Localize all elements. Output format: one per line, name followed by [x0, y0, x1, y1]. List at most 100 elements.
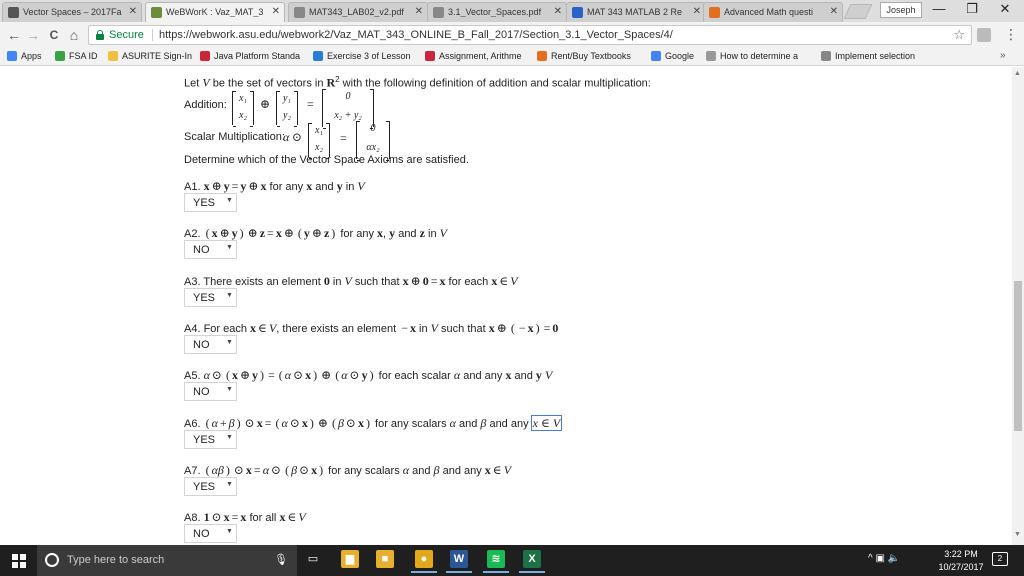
taskbar-search-box[interactable]: Type here to search 🎙 [37, 545, 297, 576]
axiom-text-part: ⊕ [283, 226, 294, 240]
home-icon[interactable]: ⌂ [65, 26, 83, 44]
close-tab-icon[interactable]: ✕ [129, 6, 137, 17]
profile-button[interactable]: Joseph [880, 2, 922, 18]
bookmark-item[interactable]: Exercise 3 of Lesson [313, 51, 411, 61]
extension-icon[interactable] [977, 28, 991, 42]
axiom-text-part: for any [266, 181, 307, 193]
word-icon[interactable]: W [446, 550, 472, 573]
excel-icon[interactable]: X [519, 550, 545, 573]
close-tab-icon[interactable]: ✕ [415, 6, 423, 17]
scrollbar-thumb[interactable] [1014, 281, 1022, 431]
axiom-text-part: ( [297, 226, 302, 240]
address-bar[interactable]: Secure https://webwork.asu.edu/webwork2/… [88, 25, 972, 45]
axiom-text-part: and any [460, 370, 506, 382]
file-explorer-icon[interactable]: ▆ [341, 550, 359, 568]
chrome-icon[interactable]: ● [411, 550, 437, 573]
axiom-text-part: and [409, 465, 434, 477]
spotify-icon[interactable]: ≋ [483, 550, 509, 573]
taskbar-clock[interactable]: 3:22 PM 10/27/2017 [938, 548, 984, 574]
bookmark-item[interactable]: Implement selection [821, 51, 915, 61]
bookmark-label: FSA ID [69, 51, 98, 61]
axiom-statement: A7. (αβ) ⊙ x = α ⊙(β ⊙ x) for any scalars α and… [184, 463, 511, 478]
axiom-text-part: ⊕ [247, 226, 258, 240]
axiom-text-part: ) [319, 463, 324, 477]
page-scrollbar[interactable]: ▲ ▼ [1012, 67, 1024, 545]
microphone-icon[interactable]: 🎙 [274, 553, 288, 566]
task-view-icon[interactable]: ▭ [304, 550, 322, 568]
browser-tab[interactable]: WeBWorK : Vaz_MAT_3 ✕ [145, 2, 285, 22]
bookmark-item[interactable]: ASURITE Sign-In [108, 51, 192, 61]
answer-value: NO [193, 528, 210, 540]
axiom-text-part: ⊕ [219, 226, 230, 240]
close-window-button[interactable]: ✕ [988, 1, 1022, 19]
dropdown-caret-icon: ▼ [226, 386, 233, 393]
answer-select[interactable]: NO ▼ [184, 524, 237, 543]
axiom-label: A7. [184, 465, 201, 477]
axiom-text-part: V [357, 179, 365, 193]
windows-taskbar: Type here to search 🎙 ▭ ▆ ■ ● W ≋ X ^ ▣ 🔈 3:22… [0, 545, 1024, 576]
browser-tab[interactable]: MAT 343 MATLAB 2 Re ✕ [566, 2, 706, 22]
browser-tab[interactable]: MAT343_LAB02_v2.pdf ✕ [288, 2, 428, 22]
close-tab-icon[interactable]: ✕ [830, 6, 838, 17]
bookmark-star-icon[interactable]: ☆ [953, 27, 965, 43]
bookmarks-overflow-icon[interactable]: » [1000, 50, 1006, 61]
bookmark-item[interactable]: Java Platform Standa [200, 51, 300, 61]
close-tab-icon[interactable]: ✕ [272, 6, 280, 17]
store-icon[interactable]: ■ [376, 550, 394, 568]
bookmark-item[interactable]: Apps [7, 51, 42, 61]
axiom-statement: A6. (α + β) ⊙ x =(α ⊙ x) ⊕(β ⊙ x) for any scalars … [184, 415, 563, 431]
axiom-text-part: 1 [203, 510, 210, 524]
ms-icon [313, 51, 323, 61]
minimize-button[interactable]: — [922, 1, 956, 19]
scroll-down-icon[interactable]: ▼ [1014, 531, 1021, 538]
browser-tab[interactable]: Vector Spaces – 2017Fa ✕ [2, 2, 142, 22]
close-tab-icon[interactable]: ✕ [554, 6, 562, 17]
close-tab-icon[interactable]: ✕ [693, 6, 701, 17]
answer-select[interactable]: YES ▼ [184, 193, 237, 212]
axiom-text-part: V [344, 274, 352, 288]
wiki-icon [821, 51, 831, 61]
axiom-text-part: αβ [211, 463, 224, 477]
axiom-text-part: For each [203, 323, 251, 335]
answer-select[interactable]: NO ▼ [184, 382, 237, 401]
windows-start-icon[interactable] [12, 554, 26, 568]
answer-select[interactable]: YES ▼ [184, 477, 237, 496]
axiom-text-part: ⊕ [239, 368, 251, 382]
back-icon[interactable]: ← [5, 26, 23, 44]
webwork-icon [151, 7, 162, 18]
answer-select[interactable]: NO ▼ [184, 240, 237, 259]
note-icon [8, 7, 19, 18]
url-text[interactable]: https://webwork.asu.edu/webwork2/Vaz_MAT… [159, 29, 673, 41]
bookmark-item[interactable]: Assignment, Arithme [425, 51, 522, 61]
axiom-text-part: in [415, 323, 431, 335]
answer-select[interactable]: YES ▼ [184, 288, 237, 307]
answer-value: YES [193, 434, 216, 446]
bookmark-item[interactable]: How to determine a [706, 51, 798, 61]
axiom-text-part: ( [225, 368, 230, 382]
axiom-text-part: for each [445, 276, 492, 288]
axiom-text-part: x [301, 416, 308, 430]
restore-button[interactable]: ❐ [955, 1, 989, 19]
instruction-text: Determine which of the Vector Space Axio… [184, 154, 469, 166]
reload-icon[interactable]: C [45, 26, 63, 44]
bookmark-item[interactable]: Google [651, 51, 694, 61]
bookmark-item[interactable]: FSA ID [55, 51, 98, 61]
browser-tab[interactable]: 3.1_Vector_Spaces.pdf ✕ [427, 2, 567, 22]
axiom-text-part: α [341, 368, 348, 382]
browser-toolbar: ← → C ⌂ Secure https://webwork.asu.edu/w… [0, 22, 1024, 48]
forward-icon[interactable]: → [24, 26, 42, 44]
axiom-text-part: ⊙ [293, 368, 304, 382]
answer-select[interactable]: YES ▼ [184, 430, 237, 449]
notification-center-icon[interactable]: 2 [992, 552, 1008, 566]
oplus-symbol: ⊕ [260, 97, 271, 111]
asu-icon [108, 51, 118, 61]
axiom-text-part: such that [438, 323, 489, 335]
bookmark-item[interactable]: Rent/Buy Textbooks [537, 51, 631, 61]
axiom-text-part: − [518, 321, 526, 335]
browser-tab[interactable]: Advanced Math questi ✕ [703, 2, 843, 22]
scroll-up-icon[interactable]: ▲ [1014, 70, 1021, 77]
system-tray[interactable]: ^ ▣ 🔈 [868, 553, 900, 564]
answer-select[interactable]: NO ▼ [184, 335, 237, 354]
axiom-statement: A4. For each x ∈ V , there exists an elemen… [184, 321, 558, 336]
browser-menu-icon[interactable]: ⋮ [1004, 26, 1018, 43]
